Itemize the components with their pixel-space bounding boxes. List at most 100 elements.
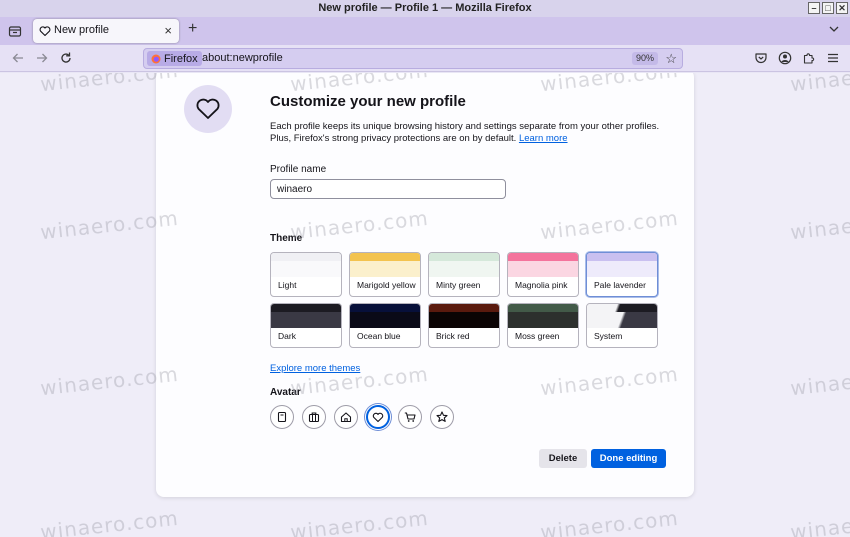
theme-option-minty-green[interactable]: Minty green (428, 252, 500, 297)
avatar-picker (270, 405, 454, 429)
theme-name: Moss green (515, 331, 560, 341)
theme-option-pale-lavender[interactable]: Pale lavender (586, 252, 658, 297)
maximize-button[interactable]: □ (822, 2, 834, 14)
page-description: Each profile keeps its unique browsing h… (270, 121, 670, 145)
theme-swatch-toolbar (429, 253, 499, 261)
tab-title: New profile (54, 24, 110, 36)
theme-label: Theme (270, 233, 303, 244)
theme-swatch-content (508, 261, 578, 277)
shopping-cart-icon (404, 412, 416, 422)
theme-name: Light (278, 280, 297, 290)
back-arrow-icon[interactable] (11, 51, 25, 65)
theme-name: Pale lavender (594, 280, 646, 290)
theme-name: Magnolia pink (515, 280, 568, 290)
tab-close-icon[interactable]: × (164, 23, 172, 38)
tab-new-profile[interactable]: New profile × (33, 19, 179, 43)
minimize-button[interactable]: – (808, 2, 820, 14)
theme-swatch-toolbar (429, 304, 499, 312)
reload-icon[interactable] (59, 51, 73, 65)
home-icon (340, 412, 352, 423)
heart-icon (372, 412, 384, 423)
theme-option-brick-red[interactable]: Brick red (428, 303, 500, 348)
theme-option-ocean-blue[interactable]: Ocean blue (349, 303, 421, 348)
avatar-option-book[interactable] (270, 405, 294, 429)
profile-avatar-hero (184, 85, 232, 133)
done-editing-button[interactable]: Done editing (591, 449, 666, 468)
zoom-indicator[interactable]: 90% (631, 52, 658, 65)
edit-profile-card: Customize your new profile Each profile … (156, 73, 694, 497)
learn-more-link[interactable]: Learn more (519, 133, 568, 144)
watermark: winaero.com (789, 73, 850, 97)
delete-button[interactable]: Delete (539, 449, 587, 468)
watermark: winaero.com (789, 505, 850, 537)
star-icon (436, 411, 448, 422)
theme-option-magnolia-pink[interactable]: Magnolia pink (507, 252, 579, 297)
bookmark-star-icon[interactable]: ☆ (665, 51, 677, 67)
page-title: Customize your new profile (270, 93, 466, 110)
avatar-option-home[interactable] (334, 405, 358, 429)
theme-swatch-toolbar (508, 253, 578, 261)
window-controls: – □ ✕ (808, 2, 848, 14)
firefox-view-icon[interactable] (8, 24, 22, 38)
theme-grid: Light Marigold yellow Minty green Magnolia … (270, 252, 658, 348)
profile-name-label: Profile name (270, 164, 327, 175)
theme-swatch-content (350, 312, 420, 328)
explore-themes-link[interactable]: Explore more themes (270, 363, 360, 374)
avatar-option-star[interactable] (430, 405, 454, 429)
avatar-option-heart[interactable] (366, 405, 390, 429)
close-window-button[interactable]: ✕ (836, 2, 848, 14)
theme-swatch-toolbar (587, 253, 657, 261)
url-text[interactable]: about:newprofile (202, 52, 283, 64)
theme-name: Marigold yellow (357, 280, 416, 290)
identity-label: Firefox (164, 52, 198, 65)
theme-option-light[interactable]: Light (270, 252, 342, 297)
theme-option-system[interactable]: System (586, 303, 658, 348)
theme-swatch-toolbar (350, 253, 420, 261)
hamburger-menu-icon[interactable] (826, 51, 840, 65)
theme-name: Dark (278, 331, 296, 341)
avatar-option-briefcase[interactable] (302, 405, 326, 429)
theme-swatch-content (508, 312, 578, 328)
theme-swatch-content (429, 261, 499, 277)
theme-option-dark[interactable]: Dark (270, 303, 342, 348)
watermark: winaero.com (789, 361, 850, 401)
description-text: Each profile keeps its unique browsing h… (270, 121, 660, 144)
watermark: winaero.com (539, 505, 680, 537)
heart-icon (196, 98, 220, 119)
theme-name: System (594, 331, 623, 341)
watermark: winaero.com (789, 205, 850, 245)
window-titlebar: New profile — Profile 1 — Mozilla Firefo… (0, 0, 850, 17)
account-icon[interactable] (778, 51, 792, 65)
new-tab-button[interactable]: + (188, 20, 197, 38)
theme-name: Minty green (436, 280, 481, 290)
forward-arrow-icon[interactable] (35, 51, 49, 65)
theme-swatch-content (271, 261, 341, 277)
heart-icon (39, 26, 51, 37)
briefcase-icon (308, 412, 320, 423)
tab-strip: New profile × + (0, 17, 850, 45)
watermark: winaero.com (39, 505, 180, 537)
theme-swatch-toolbar (587, 304, 657, 312)
theme-swatch-content (587, 261, 657, 277)
avatar-option-shopping-cart[interactable] (398, 405, 422, 429)
book-icon (277, 411, 287, 423)
theme-swatch-toolbar (508, 304, 578, 312)
theme-name: Ocean blue (357, 331, 401, 341)
chevron-down-icon[interactable] (828, 23, 840, 35)
firefox-logo-icon (151, 54, 161, 63)
theme-option-moss-green[interactable]: Moss green (507, 303, 579, 348)
identity-box[interactable]: Firefox (147, 51, 202, 66)
extensions-icon[interactable] (802, 51, 816, 65)
url-bar[interactable]: Firefox about:newprofile 90% ☆ (143, 48, 683, 69)
toolbar-right (754, 51, 840, 65)
pocket-icon[interactable] (754, 51, 768, 65)
theme-swatch-content (587, 312, 657, 328)
page-content: Customize your new profile Each profile … (0, 73, 850, 537)
theme-option-marigold-yellow[interactable]: Marigold yellow (349, 252, 421, 297)
theme-swatch-content (271, 312, 341, 328)
theme-swatch-toolbar (271, 304, 341, 312)
theme-swatch-toolbar (271, 253, 341, 261)
theme-swatch-toolbar (350, 304, 420, 312)
watermark: winaero.com (289, 505, 430, 537)
profile-name-input[interactable] (270, 179, 506, 199)
